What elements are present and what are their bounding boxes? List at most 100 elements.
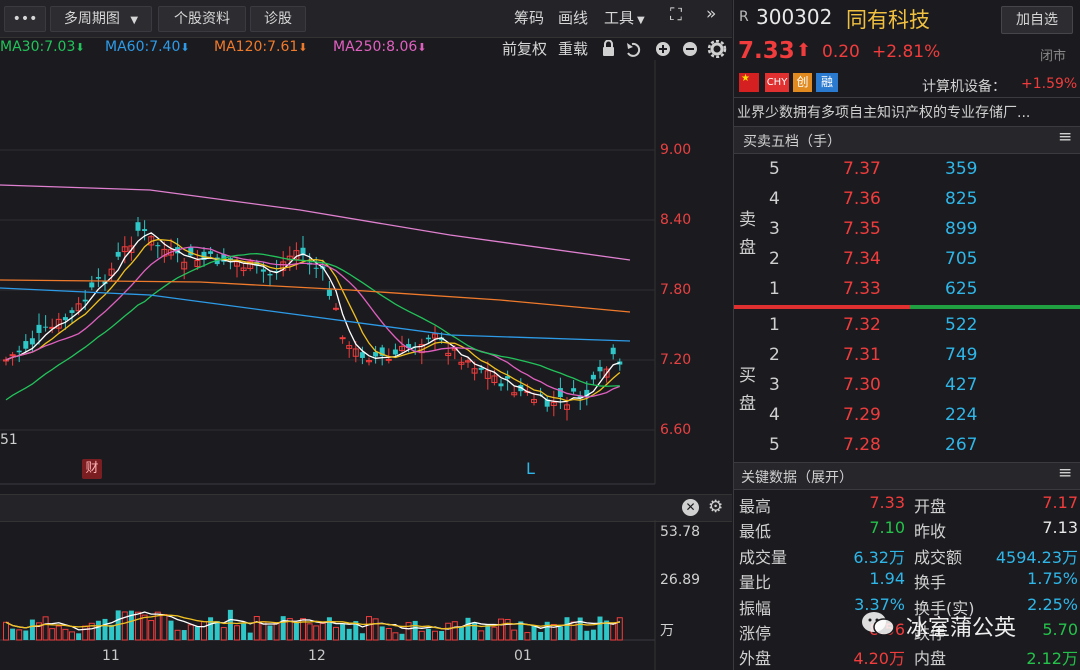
watermark-text: 冰室蒲公英 <box>906 616 1017 641</box>
price-tick: 8.40 <box>660 212 692 228</box>
order-price: 7.34 <box>843 249 881 269</box>
ma30-label: MA30:7.03⬇ <box>0 39 85 55</box>
bid-row[interactable]: 2 7.31 749 <box>734 341 1080 371</box>
price-tick: 6.60 <box>660 422 692 438</box>
chips-button[interactable]: 筹码 <box>514 7 544 28</box>
undo-icon[interactable] <box>627 42 641 57</box>
keydata-row: 量比 1.94 换手 1.75% <box>734 567 1080 592</box>
low-marker: L <box>526 459 535 478</box>
ask-row[interactable]: 2 7.34 705 <box>734 245 1080 275</box>
bid-row[interactable]: 4 7.29 224 <box>734 401 1080 431</box>
zoom-in-icon[interactable] <box>656 42 670 56</box>
keydata-label: 成交量 <box>739 547 788 567</box>
keydata-label: 涨停 <box>739 624 772 643</box>
kline-chart[interactable]: 9.00 8.40 7.80 7.20 6.60 51 财 L <box>0 60 732 494</box>
order-price: 7.31 <box>843 345 881 365</box>
ask-row[interactable]: 3 7.35 899 <box>734 215 1080 245</box>
order-price: 7.29 <box>843 405 881 425</box>
order-vol: 522 <box>945 315 978 335</box>
keydata-value: 7.17 <box>1042 493 1078 512</box>
ask-row[interactable]: 4 7.36 825 <box>734 185 1080 215</box>
keydata-label: 开盘 <box>914 497 947 516</box>
order-price: 7.36 <box>843 189 881 209</box>
add-watchlist-button[interactable]: 加自选 <box>1001 6 1073 34</box>
ma-legend-bar: MA30:7.03⬇ MA60:7.40⬇ MA120:7.61⬇ MA250:… <box>0 37 732 59</box>
arrow-down-icon: ⬇ <box>417 41 427 54</box>
price-change: 0.20 <box>822 42 860 62</box>
multi-period-dropdown[interactable]: 多周期图 ▼ <box>50 6 152 32</box>
keydata-label: 换手 <box>914 573 947 593</box>
finance-badge[interactable]: 财 <box>82 459 102 479</box>
order-vol: 427 <box>945 375 978 395</box>
order-price: 7.37 <box>843 159 881 179</box>
volume-panel: ✕ ⚙ 53.78 26.89 万 11 12 01 <box>0 494 732 670</box>
order-vol: 625 <box>945 279 978 299</box>
order-price: 7.28 <box>843 435 881 455</box>
fullscreen-icon[interactable]: ⛶ <box>670 5 682 25</box>
sector-pct: +1.59% <box>1021 76 1078 92</box>
ask-row[interactable]: 5 7.37 359 <box>734 155 1080 185</box>
close-icon[interactable]: ✕ <box>682 499 699 516</box>
bid-row[interactable]: 3 7.30 427 <box>734 371 1080 401</box>
volume-unit: 万 <box>660 623 674 639</box>
order-lvl: 4 <box>769 189 780 209</box>
currency-badge: CHY <box>765 73 789 92</box>
lock-icon[interactable] <box>603 40 614 57</box>
bid-row[interactable]: 1 7.32 522 <box>734 311 1080 341</box>
x-axis-label: 01 <box>514 648 532 664</box>
keydata-value: 7.33 <box>869 493 905 512</box>
menu-icon[interactable]: ≡ <box>1058 463 1072 483</box>
keydata-title: 关键数据（展开） <box>741 470 853 486</box>
arrow-down-icon: ⬇ <box>75 41 85 54</box>
kline-canvas <box>0 60 656 485</box>
price-tick: 7.80 <box>660 282 692 298</box>
keydata-value: 7.10 <box>869 518 905 538</box>
keydata-value: 7.13 <box>1042 518 1078 538</box>
volume-header: ✕ ⚙ <box>0 494 732 522</box>
bid-row[interactable]: 5 7.28 267 <box>734 431 1080 461</box>
collapse-panel-icon[interactable]: » <box>706 4 716 24</box>
reload-button[interactable]: 重载 <box>558 38 588 59</box>
more-menu-button[interactable]: ••• <box>4 6 46 32</box>
up-arrow-icon: ⬆ <box>796 40 812 61</box>
ma60-label: MA60:7.40⬇ <box>105 39 190 55</box>
company-desc-row[interactable]: 业界少数拥有多项自主知识产权的专业存储厂... <box>734 97 1080 126</box>
keydata-header[interactable]: 关键数据（展开） ≡ <box>734 462 1080 490</box>
order-lvl: 5 <box>769 159 780 179</box>
keydata-label: 昨收 <box>914 522 947 542</box>
chart-toolbar: ••• 多周期图 ▼ 个股资料 诊股 筹码 画线 工具 ▼ ⛶ » <box>0 0 732 38</box>
order-vol: 749 <box>945 345 978 365</box>
gear-icon[interactable]: ⚙ <box>708 497 723 517</box>
ma250-label: MA250:8.06⬇ <box>333 39 427 55</box>
order-lvl: 1 <box>769 315 780 335</box>
order-lvl: 5 <box>769 435 780 455</box>
keydata-label: 最高 <box>739 497 772 516</box>
ask-row[interactable]: 1 7.33 625 <box>734 275 1080 305</box>
tools-dropdown[interactable]: 工具 ▼ <box>604 7 645 28</box>
diagnose-button[interactable]: 诊股 <box>250 6 306 32</box>
keydata-value: 6.32万 <box>853 547 905 567</box>
keydata-label: 内盘 <box>914 649 947 669</box>
market-status: 闭市 <box>1040 49 1067 64</box>
keydata-value: 1.75% <box>1027 569 1078 589</box>
multi-period-label: 多周期图 <box>63 11 120 27</box>
adjust-button[interactable]: 前复权 <box>502 38 547 59</box>
china-flag-icon: ★ <box>739 73 759 92</box>
keydata-value: 2.12万 <box>1026 649 1078 669</box>
stock-code: 300302 <box>756 5 833 29</box>
margin-badge: 融 <box>816 73 838 92</box>
draw-line-button[interactable]: 画线 <box>558 7 588 28</box>
order-lvl: 2 <box>769 345 780 365</box>
gear-icon[interactable] <box>707 40 727 58</box>
sector-label[interactable]: 计算机设备： <box>922 76 1006 96</box>
order-price: 7.30 <box>843 375 881 395</box>
menu-icon[interactable]: ≡ <box>1058 127 1072 147</box>
keydata-label: 量比 <box>739 573 772 593</box>
keydata-row: 最高 7.33 开盘 7.17 <box>734 491 1080 516</box>
order-vol: 267 <box>945 435 978 455</box>
stock-profile-button[interactable]: 个股资料 <box>158 6 246 32</box>
keydata-value: 4594.23万 <box>995 547 1078 567</box>
zoom-out-icon[interactable] <box>683 42 697 56</box>
company-desc: 业界少数拥有多项自主知识产权的专业存储厂... <box>737 105 1031 121</box>
order-vol: 825 <box>945 189 978 209</box>
